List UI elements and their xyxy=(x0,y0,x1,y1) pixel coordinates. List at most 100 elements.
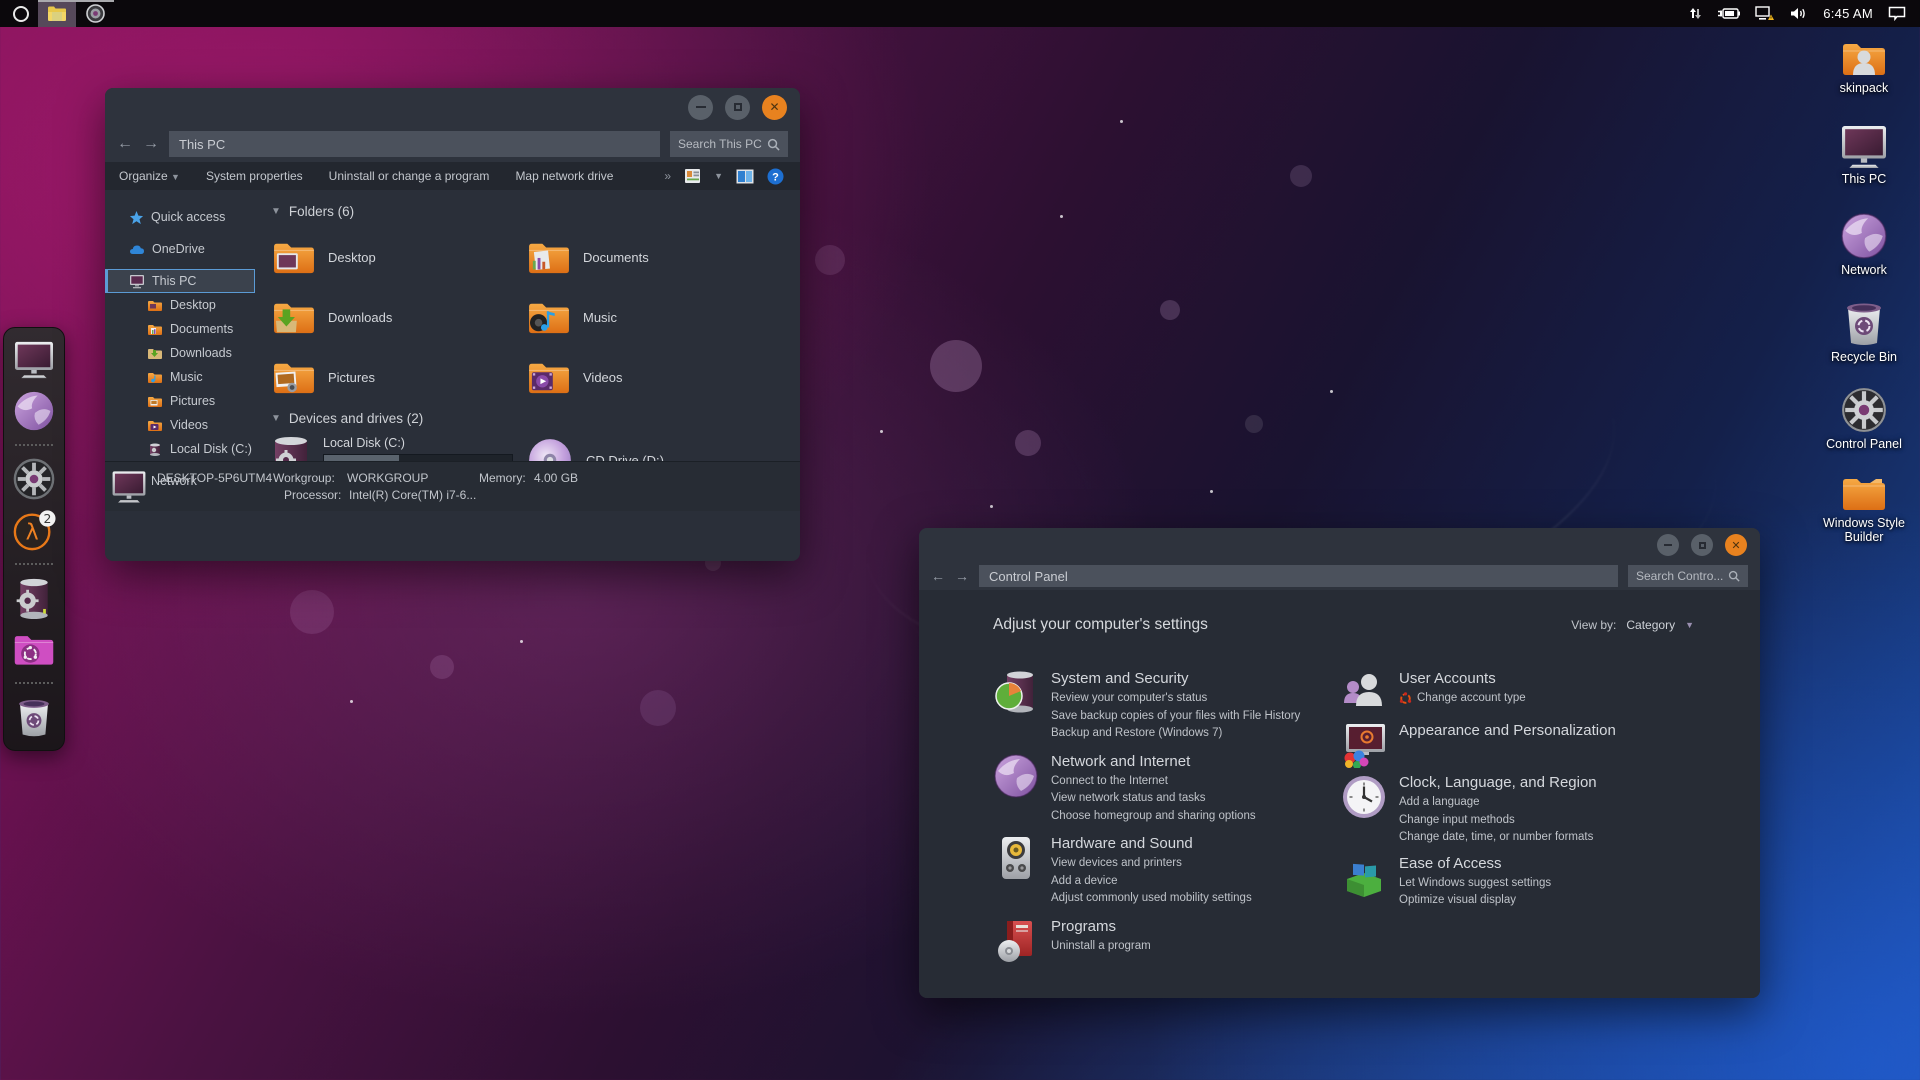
sidebar-item-quick-access[interactable]: Quick access xyxy=(105,205,255,229)
category-title[interactable]: Hardware and Sound xyxy=(1051,835,1252,852)
forward-button[interactable]: → xyxy=(143,136,159,152)
organize-menu[interactable]: Organize ▼ xyxy=(119,169,180,183)
taskbar-skinpack-button[interactable] xyxy=(76,0,114,27)
folder-tile-documents[interactable]: Documents xyxy=(526,227,781,287)
sidebar-item-videos[interactable]: Videos xyxy=(105,413,255,437)
category-link[interactable]: Save backup copies of your files with Fi… xyxy=(1051,708,1300,726)
category-title[interactable]: Programs xyxy=(1051,918,1151,935)
explorer-titlebar[interactable]: ✕ xyxy=(105,88,800,126)
search-input[interactable]: Search This PC xyxy=(670,131,788,157)
category-title[interactable]: Appearance and Personalization xyxy=(1399,722,1616,739)
category-link[interactable]: Change date, time, or number formats xyxy=(1399,829,1597,847)
chevron-down-icon[interactable]: ▼ xyxy=(714,171,723,181)
sidebar-item-onedrive[interactable]: OneDrive xyxy=(105,237,255,261)
desktop-icon-this-pc[interactable]: This PC xyxy=(1814,125,1914,212)
action-center-icon[interactable] xyxy=(1888,6,1906,21)
category-title[interactable]: User Accounts xyxy=(1399,670,1526,687)
dock-control-panel-button[interactable] xyxy=(12,457,56,501)
category-title[interactable]: Clock, Language, and Region xyxy=(1399,774,1597,791)
control-panel-titlebar[interactable]: ✕ xyxy=(919,528,1760,562)
dock-ubuntu-folder-button[interactable] xyxy=(12,627,56,671)
uninstall-program-button[interactable]: Uninstall or change a program xyxy=(329,169,490,183)
devices-section-header[interactable]: ▼ Devices and drives (2) xyxy=(271,411,800,426)
clock-icon[interactable] xyxy=(1341,774,1387,820)
view-by-value[interactable]: Category xyxy=(1626,618,1675,632)
change-view-icon[interactable] xyxy=(684,168,701,184)
category-link[interactable]: Change input methods xyxy=(1399,812,1597,830)
desktop-icon-skinpack[interactable]: skinpack xyxy=(1814,38,1914,125)
start-button[interactable] xyxy=(4,0,38,27)
category-title[interactable]: Ease of Access xyxy=(1399,855,1551,872)
category-link[interactable]: Add a device xyxy=(1051,873,1252,891)
minimize-button[interactable] xyxy=(688,95,713,120)
category-link[interactable]: Add a language xyxy=(1399,794,1597,812)
sidebar-item-pictures[interactable]: Pictures xyxy=(105,389,255,413)
dock-recycle-bin-button[interactable] xyxy=(12,695,56,739)
desktop-icon-network[interactable]: Network xyxy=(1814,212,1914,299)
category-link[interactable]: Review your computer's status xyxy=(1051,690,1300,708)
sidebar-item-downloads[interactable]: Downloads xyxy=(105,341,255,365)
system-properties-button[interactable]: System properties xyxy=(206,169,303,183)
preview-pane-icon[interactable] xyxy=(736,169,754,184)
network-activity-arrows-icon[interactable] xyxy=(1688,6,1703,21)
local-disk-tile[interactable]: Local Disk (C:) 18.7 GB free of 31.5 GB xyxy=(271,434,526,461)
back-button[interactable]: ← xyxy=(931,569,945,583)
dock-system-drive-button[interactable] xyxy=(12,576,56,620)
maximize-button[interactable] xyxy=(725,95,750,120)
folder-tile-desktop[interactable]: Desktop xyxy=(271,227,526,287)
sidebar-item-documents[interactable]: Documents xyxy=(105,317,255,341)
category-title[interactable]: Network and Internet xyxy=(1051,753,1256,770)
toolbar-overflow-chevron[interactable]: » xyxy=(664,169,671,183)
category-link[interactable]: Choose homegroup and sharing options xyxy=(1051,808,1256,826)
category-link[interactable]: Backup and Restore (Windows 7) xyxy=(1051,725,1300,743)
category-link[interactable]: Change account type xyxy=(1399,690,1526,708)
folder-tile-pictures[interactable]: Pictures xyxy=(271,347,526,407)
network-internet-icon[interactable] xyxy=(993,753,1039,799)
user-accounts-icon[interactable] xyxy=(1341,670,1387,716)
close-button[interactable]: ✕ xyxy=(1725,534,1747,556)
taskbar-clock[interactable]: 6:45 AM xyxy=(1823,6,1873,21)
category-link[interactable]: Connect to the Internet xyxy=(1051,773,1256,791)
folders-section-header[interactable]: ▼ Folders (6) xyxy=(271,204,800,219)
search-input[interactable]: Search Contro... xyxy=(1628,565,1748,587)
sidebar-item-desktop[interactable]: Desktop xyxy=(105,293,255,317)
minimize-button[interactable] xyxy=(1657,534,1679,556)
category-link[interactable]: Let Windows suggest settings xyxy=(1399,875,1551,893)
desktop-icon-control-panel[interactable]: Control Panel xyxy=(1814,386,1914,473)
dock-this-pc-button[interactable] xyxy=(12,338,56,382)
cd-drive-tile[interactable]: DVD CD Drive (D:) xyxy=(526,434,781,461)
address-bar[interactable]: This PC xyxy=(169,131,660,157)
address-bar[interactable]: Control Panel xyxy=(979,565,1618,587)
hardware-sound-icon[interactable] xyxy=(993,835,1039,881)
back-button[interactable]: ← xyxy=(117,136,133,152)
category-link[interactable]: Optimize visual display xyxy=(1399,892,1551,910)
battery-charging-icon[interactable] xyxy=(1718,7,1740,20)
category-link[interactable]: View devices and printers xyxy=(1051,855,1252,873)
system-security-icon[interactable] xyxy=(993,670,1039,716)
folder-tile-music[interactable]: Music xyxy=(526,287,781,347)
desktop-icon-recycle-bin[interactable]: Recycle Bin xyxy=(1814,299,1914,386)
dock-half-life-2-button[interactable]: λ 2 xyxy=(12,508,56,552)
sidebar-item-music[interactable]: Music xyxy=(105,365,255,389)
desktop-icon-windows-style-builder[interactable]: Windows Style Builder xyxy=(1814,473,1914,560)
category-link[interactable]: Adjust commonly used mobility settings xyxy=(1051,890,1252,908)
folder-tile-videos[interactable]: Videos xyxy=(526,347,781,407)
category-title[interactable]: System and Security xyxy=(1051,670,1300,687)
view-by-control[interactable]: View by: Category ▼ xyxy=(1571,618,1694,632)
dock-network-button[interactable] xyxy=(12,389,56,433)
map-network-drive-button[interactable]: Map network drive xyxy=(515,169,613,183)
category-link[interactable]: View network status and tasks xyxy=(1051,790,1256,808)
ease-of-access-icon[interactable] xyxy=(1341,855,1387,901)
maximize-button[interactable] xyxy=(1691,534,1713,556)
programs-icon[interactable] xyxy=(993,918,1039,964)
volume-icon[interactable] xyxy=(1790,6,1808,21)
forward-button[interactable]: → xyxy=(955,569,969,583)
appearance-icon[interactable] xyxy=(1341,722,1387,768)
sidebar-item-local-disk[interactable]: Local Disk (C:) xyxy=(105,437,255,461)
close-button[interactable]: ✕ xyxy=(762,95,787,120)
network-warning-icon[interactable] xyxy=(1755,6,1775,21)
help-icon[interactable]: ? xyxy=(767,168,784,185)
sidebar-item-this-pc[interactable]: This PC xyxy=(105,269,255,293)
category-link[interactable]: Uninstall a program xyxy=(1051,938,1151,956)
folder-tile-downloads[interactable]: Downloads xyxy=(271,287,526,347)
